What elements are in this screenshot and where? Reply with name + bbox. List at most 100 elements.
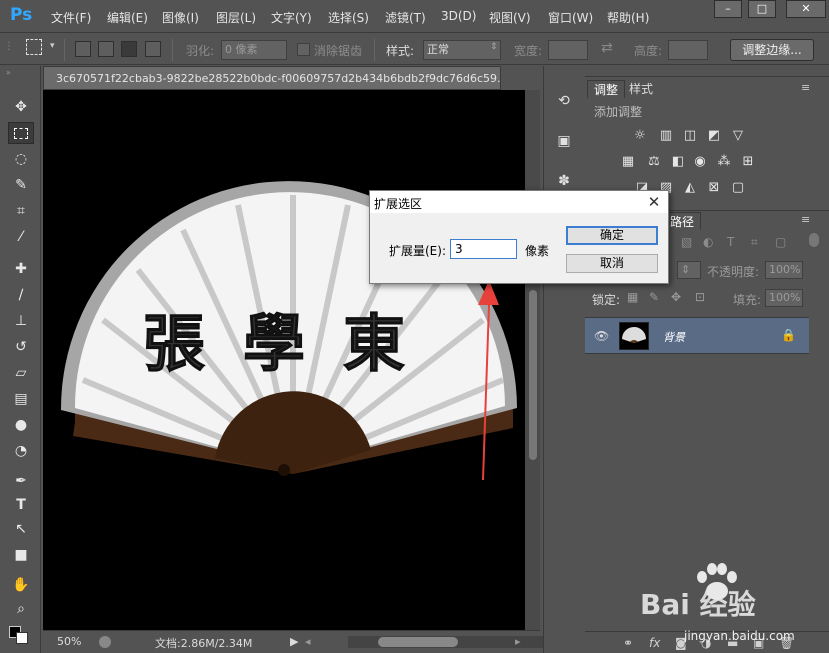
feather-input[interactable]: 0 像素 xyxy=(221,40,287,60)
collapse-icon[interactable]: » xyxy=(6,68,11,77)
zoom-tool-icon[interactable]: ⌕ xyxy=(8,598,34,620)
filter-adjustment-icon[interactable]: ◐ xyxy=(703,235,713,249)
ok-button[interactable]: 确定 xyxy=(566,226,658,245)
dialog-titlebar[interactable]: 扩展选区 ✕ xyxy=(370,191,668,213)
chevron-down-icon[interactable]: ▾ xyxy=(50,41,55,51)
filter-pixel-icon[interactable]: ▧ xyxy=(681,235,692,249)
minimize-button[interactable]: – xyxy=(714,0,742,18)
crop-tool-icon[interactable]: ⌗ xyxy=(8,200,34,222)
rectangle-shape-tool-icon[interactable]: ■ xyxy=(8,544,34,566)
properties-panel-icon[interactable]: ▣ xyxy=(551,128,577,154)
clone-stamp-tool-icon[interactable]: ⊥ xyxy=(8,310,34,332)
color-lookup-icon[interactable]: ⊞ xyxy=(739,153,757,171)
black-white-icon[interactable]: ◧ xyxy=(669,153,687,171)
menu-layer[interactable]: 图层(L) xyxy=(216,9,256,26)
curves-icon[interactable]: ◫ xyxy=(681,127,699,145)
background-color-swatch[interactable] xyxy=(16,632,28,644)
maximize-button[interactable]: □ xyxy=(748,0,776,18)
width-input[interactable] xyxy=(548,40,588,60)
zoom-level[interactable]: 50% xyxy=(57,635,81,648)
selective-color-icon[interactable]: ▢ xyxy=(729,179,747,197)
brush-tool-icon[interactable]: ∕ xyxy=(8,284,34,306)
menu-type[interactable]: 文字(Y) xyxy=(271,9,312,26)
menu-file[interactable]: 文件(F) xyxy=(51,9,91,26)
channel-mixer-icon[interactable]: ⁂ xyxy=(715,153,733,171)
vertical-scroll-thumb[interactable] xyxy=(529,290,537,460)
status-menu-arrow-icon[interactable]: ▶ xyxy=(290,635,298,648)
lock-all-icon[interactable]: ⊡ xyxy=(695,290,705,304)
tab-adjustments[interactable]: 调整 xyxy=(587,80,626,98)
visibility-eye-icon[interactable]: 👁 xyxy=(594,329,609,343)
vibrance-icon[interactable]: ▽ xyxy=(729,127,747,145)
threshold-icon[interactable]: ◭ xyxy=(681,179,699,197)
lock-position-icon[interactable]: ✥ xyxy=(671,290,681,304)
rect-marquee-tool-icon[interactable] xyxy=(8,122,34,144)
filter-shape-icon[interactable]: ⌗ xyxy=(751,235,758,250)
document-tab[interactable]: 3c670571f22cbab3-9822be28522b0bdc-f00609… xyxy=(43,66,501,90)
menu-image[interactable]: 图像(I) xyxy=(162,9,199,26)
panel-menu-icon[interactable]: ≡ xyxy=(801,213,810,226)
eyedropper-tool-icon[interactable]: ⁄ xyxy=(8,226,34,248)
levels-icon[interactable]: ▥ xyxy=(657,127,675,145)
cancel-button[interactable]: 取消 xyxy=(566,254,658,273)
history-panel-icon[interactable]: ⟲ xyxy=(551,88,577,114)
lock-pixels-icon[interactable]: ✎ xyxy=(649,290,659,304)
filter-type-icon[interactable]: T xyxy=(727,235,734,249)
dodge-tool-icon[interactable]: ◔ xyxy=(8,440,34,462)
brightness-icon[interactable]: ☼ xyxy=(631,127,649,145)
close-window-button[interactable]: ✕ xyxy=(786,0,826,18)
menu-help[interactable]: 帮助(H) xyxy=(607,9,649,26)
eraser-tool-icon[interactable]: ▱ xyxy=(8,362,34,384)
antialias-checkbox[interactable] xyxy=(297,43,310,56)
hand-tool-icon[interactable]: ✋ xyxy=(8,574,34,596)
fill-input[interactable]: 100% xyxy=(765,289,803,307)
menu-3d[interactable]: 3D(D) xyxy=(441,9,476,23)
color-balance-icon[interactable]: ⚖ xyxy=(645,153,663,171)
quick-select-tool-icon[interactable]: ✎ xyxy=(8,174,34,196)
link-layers-icon[interactable]: ⚭ xyxy=(623,636,633,650)
menu-window[interactable]: 窗口(W) xyxy=(548,9,593,26)
new-selection-icon[interactable] xyxy=(75,41,91,57)
exposure-icon[interactable]: ◩ xyxy=(705,127,723,145)
subtract-from-selection-icon[interactable] xyxy=(121,41,137,57)
height-input[interactable] xyxy=(668,40,708,60)
path-select-tool-icon[interactable]: ↖ xyxy=(8,518,34,540)
menu-view[interactable]: 视图(V) xyxy=(489,9,531,26)
move-tool-icon[interactable]: ✥ xyxy=(8,96,34,118)
lasso-tool-icon[interactable]: ◌ xyxy=(8,148,34,170)
add-to-selection-icon[interactable] xyxy=(98,41,114,57)
swap-icon[interactable]: ⇄ xyxy=(601,40,613,56)
close-icon[interactable]: ✕ xyxy=(644,192,664,212)
refine-edge-button[interactable]: 调整边缘... xyxy=(730,39,814,61)
canvas[interactable]: 張學東 xyxy=(43,90,540,630)
filter-toggle[interactable] xyxy=(809,233,819,247)
scroll-right-icon[interactable]: ▸ xyxy=(515,635,521,648)
lock-transparent-icon[interactable]: ▦ xyxy=(627,290,638,304)
history-brush-tool-icon[interactable]: ↺ xyxy=(8,336,34,358)
intersect-selection-icon[interactable] xyxy=(145,41,161,57)
type-tool-icon[interactable]: T xyxy=(8,494,34,516)
rect-marquee-preset-icon[interactable] xyxy=(26,39,42,55)
blur-tool-icon[interactable]: ● xyxy=(8,414,34,436)
horizontal-scroll-thumb[interactable] xyxy=(378,637,458,647)
photo-filter-icon[interactable]: ◉ xyxy=(691,153,709,171)
menu-filter[interactable]: 滤镜(T) xyxy=(385,9,426,26)
gradient-tool-icon[interactable]: ▤ xyxy=(8,388,34,410)
menu-edit[interactable]: 编辑(E) xyxy=(107,9,148,26)
expand-by-input[interactable] xyxy=(450,239,517,259)
pen-tool-icon[interactable]: ✒ xyxy=(8,470,34,492)
panel-menu-icon[interactable]: ≡ xyxy=(801,81,810,94)
gradient-map-icon[interactable]: ⊠ xyxy=(705,179,723,197)
layer-row-background[interactable]: 👁 背景 🔒 xyxy=(585,317,809,354)
fan-artwork: 張學東 xyxy=(60,181,517,480)
hue-saturation-icon[interactable]: ▦ xyxy=(619,153,637,171)
layer-name[interactable]: 背景 xyxy=(663,329,685,345)
status-info-icon[interactable] xyxy=(99,636,111,648)
filter-smart-icon[interactable]: ▢ xyxy=(775,235,786,249)
healing-brush-tool-icon[interactable]: ✚ xyxy=(8,258,34,280)
menu-select[interactable]: 选择(S) xyxy=(328,9,369,26)
opacity-input[interactable]: 100% xyxy=(765,261,803,279)
scroll-left-icon[interactable]: ◂ xyxy=(305,635,311,648)
tab-styles[interactable]: 样式 xyxy=(623,80,659,98)
blend-mode-select[interactable]: ⇕ xyxy=(677,261,701,279)
